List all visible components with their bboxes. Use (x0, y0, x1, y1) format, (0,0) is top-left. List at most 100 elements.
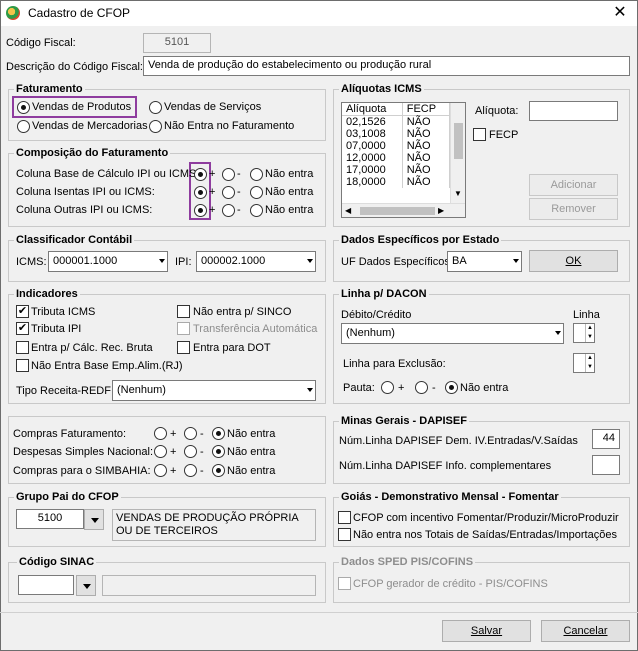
exclusao-stepper[interactable]: ▲ ▼ (573, 353, 595, 373)
composicao-nao-entra-radio[interactable] (250, 168, 263, 181)
sinac-title: Código SINAC (17, 556, 97, 568)
descricao-field[interactable]: Venda de produção do estabelecimento ou … (143, 56, 630, 76)
minas-title: Minas Gerais - DAPISEF (339, 415, 469, 427)
tributa-ipi-checkbox[interactable]: ✔ (16, 322, 29, 335)
compras-plus-radio[interactable] (154, 427, 167, 440)
table-row[interactable]: 12,0000 NÃO (342, 152, 451, 164)
cell: 17,0000 (342, 164, 403, 176)
transferencia-label: Transferência Automática (193, 323, 318, 335)
close-icon[interactable]: ✕ (606, 2, 634, 24)
compras-minus-radio[interactable] (184, 445, 197, 458)
stepper-down-icon[interactable]: ▼ (585, 363, 594, 372)
codigo-fiscal-field[interactable]: 5101 (143, 33, 211, 53)
table-row[interactable]: 02,1526 NÃO (342, 115, 451, 128)
cell: 03,1008 (342, 128, 403, 140)
salvar-button[interactable]: Salvar (442, 620, 531, 642)
compras-plus-radio[interactable] (154, 445, 167, 458)
composicao-plus-radio[interactable] (194, 186, 207, 199)
sinac-dropdown[interactable] (76, 575, 96, 596)
grupo-pai-code[interactable]: 5100 (16, 509, 84, 529)
ipi-label: IPI: (175, 256, 192, 268)
remover-button[interactable]: Remover (529, 198, 618, 220)
nao-entra-sinco-label: Não entra p/ SINCO (193, 306, 292, 318)
ok-button[interactable]: OK (529, 250, 618, 272)
composicao-minus-radio[interactable] (222, 168, 235, 181)
pauta-nao-entra-radio[interactable] (445, 381, 458, 394)
vertical-scrollbar[interactable]: ▼ (450, 103, 465, 203)
fecp-label: FECP (489, 129, 519, 141)
scroll-right-icon[interactable]: ▶ (438, 206, 444, 215)
fecp-checkbox[interactable] (473, 128, 486, 141)
sinac-code[interactable] (18, 575, 74, 595)
ipi-select[interactable]: 000002.1000 (196, 251, 316, 272)
composicao-nao-entra-radio[interactable] (250, 186, 263, 199)
sped-gerador-checkbox[interactable] (338, 577, 351, 590)
debito-select[interactable]: (Nenhum) (341, 323, 564, 344)
uf-select[interactable]: BA (447, 251, 522, 272)
linha2-field[interactable] (592, 455, 620, 475)
exclusao-label: Linha para Exclusão: (343, 358, 446, 370)
compras-minus-radio[interactable] (184, 464, 197, 477)
compras-nao-entra-radio[interactable] (212, 445, 225, 458)
table-row[interactable]: 03,1008 NÃO (342, 128, 451, 140)
scroll-thumb[interactable] (454, 123, 463, 159)
table-row[interactable]: 18,0000 NÃO (342, 176, 451, 188)
nao-entra-label: Não entra (265, 186, 314, 198)
entra-calc-checkbox[interactable] (16, 341, 29, 354)
compras-plus-radio[interactable] (154, 464, 167, 477)
aliquotas-list[interactable]: Alíquota FECP 02,1526 NÃO 03,1008 NÃO 07,00… (341, 102, 466, 218)
tipo-receita-select[interactable]: (Nenhum) (112, 380, 316, 401)
cancelar-button[interactable]: Cancelar (541, 620, 630, 642)
scroll-left-icon[interactable]: ◀ (345, 206, 351, 215)
goias-nao-entra-checkbox[interactable] (338, 528, 351, 541)
dados-estado-title: Dados Específicos por Estado (339, 234, 502, 246)
table-row[interactable]: 07,0000 NÃO (342, 140, 451, 152)
tributa-icms-checkbox[interactable]: ✔ (16, 305, 29, 318)
linha-stepper[interactable]: ▲ ▼ (573, 323, 595, 343)
nao-entra-label: Não entra (227, 465, 276, 477)
scroll-thumb-h[interactable] (360, 207, 435, 215)
nao-entra-sinco-checkbox[interactable] (177, 305, 190, 318)
transferencia-checkbox[interactable] (177, 322, 190, 335)
footer-divider (0, 612, 638, 613)
col-aliquota[interactable]: Alíquota (342, 103, 403, 116)
goias-incentivo-checkbox[interactable] (338, 511, 351, 524)
plus-label: + (209, 186, 216, 198)
vendas-servicos-radio[interactable] (149, 101, 162, 114)
stepper-up-icon[interactable]: ▲ (585, 354, 594, 363)
plus-label: + (170, 446, 177, 458)
horizontal-scrollbar[interactable]: ◀ ▶ (342, 203, 465, 217)
plus-label: + (209, 168, 216, 180)
icms-value: 000001.1000 (53, 255, 118, 267)
stepper-down-icon[interactable]: ▼ (585, 333, 594, 342)
composicao-plus-radio[interactable] (194, 168, 207, 181)
compras-nao-entra-radio[interactable] (212, 427, 225, 440)
col-fecp[interactable]: FECP (402, 103, 451, 116)
compras-nao-entra-radio[interactable] (212, 464, 225, 477)
nao-entra-faturamento-radio[interactable] (149, 120, 162, 133)
pauta-minus-radio[interactable] (415, 381, 428, 394)
adicionar-button[interactable]: Adicionar (529, 174, 618, 196)
table-row[interactable]: 17,0000 NÃO (342, 164, 451, 176)
grupo-pai-dropdown[interactable] (84, 509, 104, 530)
entra-dot-checkbox[interactable] (177, 341, 190, 354)
stepper-up-icon[interactable]: ▲ (585, 324, 594, 333)
composicao-minus-radio[interactable] (222, 186, 235, 199)
composicao-nao-entra-radio[interactable] (250, 204, 263, 217)
vendas-mercadorias-radio[interactable] (17, 120, 30, 133)
pauta-plus-radio[interactable] (381, 381, 394, 394)
compras-minus-radio[interactable] (184, 427, 197, 440)
chevron-down-icon (513, 259, 519, 263)
cell: NÃO (402, 140, 451, 152)
plus-label: + (209, 204, 216, 216)
selection-highlight (12, 96, 137, 118)
cell: 12,0000 (342, 152, 403, 164)
nao-entra-label: Não entra (265, 168, 314, 180)
icms-select[interactable]: 000001.1000 (48, 251, 168, 272)
composicao-minus-radio[interactable] (222, 204, 235, 217)
aliquota-input[interactable] (529, 101, 618, 121)
nao-entra-base-checkbox[interactable] (16, 359, 29, 372)
linha1-field[interactable]: 44 (592, 429, 620, 449)
composicao-plus-radio[interactable] (194, 204, 207, 217)
scroll-down-icon[interactable]: ▼ (454, 189, 462, 198)
